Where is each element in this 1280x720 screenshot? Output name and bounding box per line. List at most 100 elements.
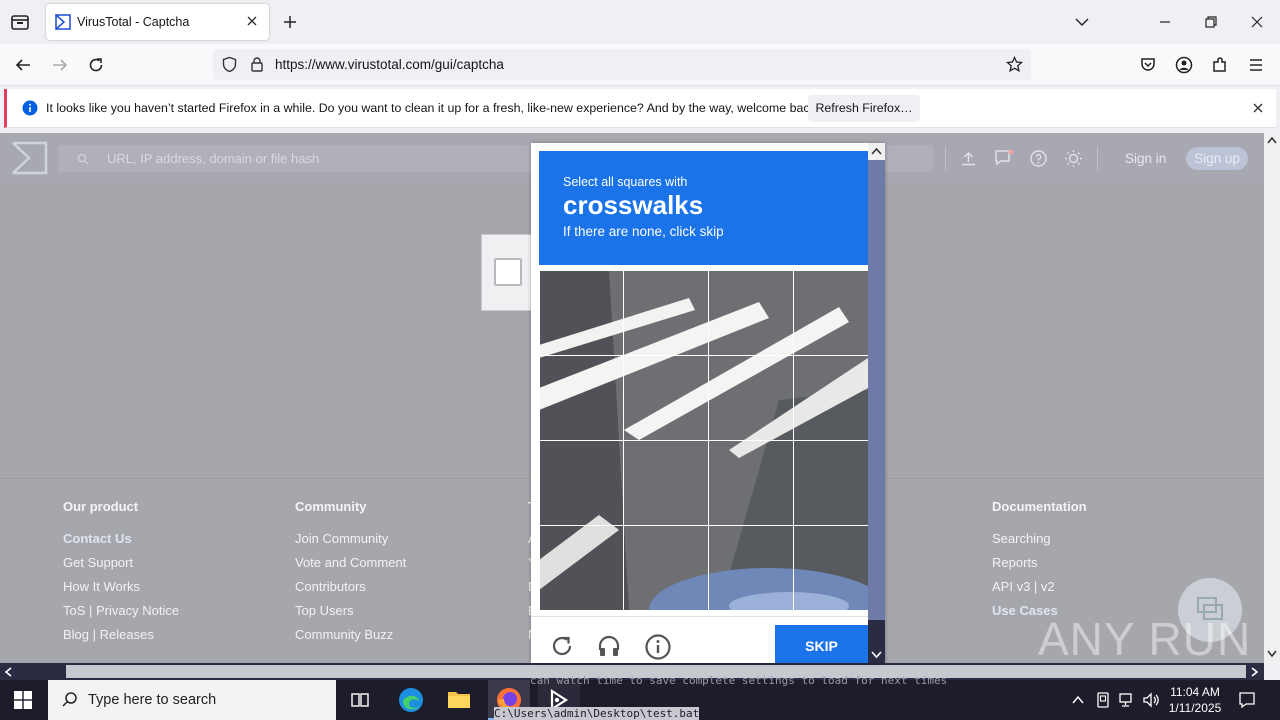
footer-link-top-users[interactable]: Top Users — [295, 603, 406, 627]
vt-search-placeholder: URL, IP address, domain or file hash — [107, 151, 320, 166]
captcha-scrollbar[interactable] — [868, 143, 885, 663]
skip-button[interactable]: SKIP — [775, 625, 868, 663]
background-console-path: C:\Users\admin\Desktop\test.bat — [494, 707, 700, 720]
captcha-tile[interactable] — [708, 440, 794, 526]
bookmark-star-icon[interactable] — [1006, 56, 1023, 73]
footer-link-join-community[interactable]: Join Community — [295, 531, 406, 555]
background-console-text: can watch time to save complete settings… — [530, 674, 948, 687]
footer-heading: Community — [295, 499, 367, 514]
list-tabs-chevron-down-icon[interactable] — [1074, 14, 1090, 30]
footer-link-how-it-works[interactable]: How It Works — [63, 579, 179, 603]
sign-in-link[interactable]: Sign in — [1125, 151, 1166, 166]
task-view-icon[interactable] — [350, 690, 370, 710]
recaptcha-checkbox[interactable] — [494, 258, 522, 286]
taskbar-clock[interactable]: 11:04 AM 1/11/2025 — [1163, 684, 1227, 716]
clock-time: 11:04 AM — [1170, 685, 1220, 699]
windows-taskbar: Type here to search can watch time to sa… — [0, 674, 1280, 720]
footer-link-contact-us[interactable]: Contact Us — [63, 531, 179, 555]
tab-bar: VirusTotal - Captcha — [0, 0, 1280, 44]
captcha-tile[interactable] — [623, 355, 709, 441]
close-window-icon[interactable] — [1249, 14, 1265, 30]
device-icon[interactable] — [1095, 692, 1111, 708]
minimize-window-icon[interactable] — [1157, 14, 1173, 30]
scroll-right-arrow-icon[interactable] — [1251, 667, 1259, 677]
captcha-tile[interactable] — [793, 355, 869, 441]
shield-icon[interactable] — [221, 56, 238, 73]
volume-speaker-icon[interactable] — [1142, 692, 1160, 708]
lock-icon[interactable] — [249, 56, 265, 73]
url-text[interactable]: https://www.virustotal.com/gui/captcha — [275, 57, 504, 72]
refresh-firefox-button[interactable]: Refresh Firefox… — [808, 95, 920, 122]
footer-link-get-support[interactable]: Get Support — [63, 555, 179, 579]
captcha-tile[interactable] — [623, 525, 709, 611]
tab-title: VirusTotal - Captcha — [77, 15, 190, 29]
page-vertical-scrollbar[interactable] — [1264, 133, 1280, 663]
reload-icon[interactable] — [87, 56, 105, 74]
audio-challenge-headphones-icon[interactable] — [597, 634, 621, 658]
footer-link-reports[interactable]: Reports — [992, 555, 1087, 579]
taskbar-search-box[interactable]: Type here to search — [48, 680, 336, 720]
captcha-tile[interactable] — [793, 270, 869, 356]
footer-link-contributors[interactable]: Contributors — [295, 579, 406, 603]
captcha-tile[interactable] — [539, 440, 624, 526]
divider — [945, 146, 946, 170]
notification-center-icon[interactable] — [1238, 691, 1256, 709]
new-tab-icon[interactable] — [282, 14, 298, 30]
pocket-icon[interactable] — [1139, 56, 1157, 74]
edge-browser-icon[interactable] — [398, 687, 424, 713]
scroll-left-arrow-icon[interactable] — [4, 667, 12, 677]
captcha-tile[interactable] — [539, 270, 624, 356]
captcha-tile[interactable] — [708, 525, 794, 611]
sign-up-button[interactable]: Sign up — [1186, 147, 1248, 170]
extensions-icon[interactable] — [1211, 56, 1229, 74]
footer-link-vote-and-comment[interactable]: Vote and Comment — [295, 555, 406, 579]
scroll-up-arrow-icon[interactable] — [1267, 136, 1277, 144]
virustotal-logo-icon[interactable] — [11, 141, 48, 175]
forward-arrow-icon[interactable] — [51, 56, 69, 74]
footer-link-community-buzz[interactable]: Community Buzz — [295, 627, 406, 651]
close-notification-icon[interactable] — [1251, 101, 1265, 115]
footer-column-our-product: Our product Contact Us Get Support How I… — [63, 499, 179, 651]
refresh-firefox-notification: It looks like you haven’t started Firefo… — [4, 89, 1276, 128]
menu-hamburger-icon[interactable] — [1247, 56, 1265, 74]
captcha-tile[interactable] — [539, 525, 624, 611]
captcha-tile[interactable] — [708, 355, 794, 441]
captcha-tile[interactable] — [793, 440, 869, 526]
captcha-scroll-up-arrow-icon[interactable] — [868, 143, 885, 160]
network-icon[interactable] — [1118, 692, 1136, 708]
footer-link-tos-privacy[interactable]: ToS | Privacy Notice — [63, 603, 179, 627]
firefox-view-icon[interactable] — [10, 12, 30, 32]
captcha-tile[interactable] — [623, 440, 709, 526]
footer-link-blog-releases[interactable]: Blog | Releases — [63, 627, 179, 651]
close-tab-icon[interactable] — [245, 14, 259, 28]
reload-challenge-icon[interactable] — [550, 634, 574, 658]
scroll-down-arrow-icon[interactable] — [1267, 650, 1277, 658]
anyrun-watermark: ANY RUN — [1038, 613, 1252, 665]
notification-text: It looks like you haven’t started Firefo… — [46, 101, 820, 115]
footer-link-searching[interactable]: Searching — [992, 531, 1087, 555]
help-info-icon[interactable] — [645, 634, 671, 660]
restore-window-icon[interactable] — [1203, 14, 1219, 30]
show-hidden-icons-chevron-up-icon[interactable] — [1071, 693, 1085, 707]
notifications-chat-icon[interactable] — [994, 149, 1014, 167]
captcha-tile[interactable] — [623, 270, 709, 356]
help-icon[interactable] — [1030, 150, 1047, 167]
file-explorer-icon[interactable] — [447, 688, 471, 710]
footer-column-community: Community Join Community Vote and Commen… — [295, 499, 406, 651]
info-icon — [22, 100, 38, 116]
upload-icon[interactable] — [960, 150, 977, 167]
footer-link-api[interactable]: API v3 | v2 — [992, 579, 1087, 603]
account-icon[interactable] — [1175, 56, 1193, 74]
theme-sun-icon[interactable] — [1064, 149, 1083, 168]
taskbar-search-placeholder: Type here to search — [88, 692, 217, 708]
clock-date: 1/11/2025 — [1168, 701, 1222, 715]
url-bar[interactable]: https://www.virustotal.com/gui/captcha — [213, 49, 1031, 80]
tab-virustotal-captcha[interactable]: VirusTotal - Captcha — [46, 4, 269, 40]
captcha-tile[interactable] — [539, 355, 624, 441]
captcha-tile[interactable] — [793, 525, 869, 611]
windows-start-icon[interactable] — [14, 691, 32, 709]
captcha-tile[interactable] — [708, 270, 794, 356]
back-arrow-icon[interactable] — [14, 56, 32, 74]
footer-heading: Documentation — [992, 499, 1087, 514]
captcha-prompt-small: Select all squares with — [563, 175, 688, 189]
